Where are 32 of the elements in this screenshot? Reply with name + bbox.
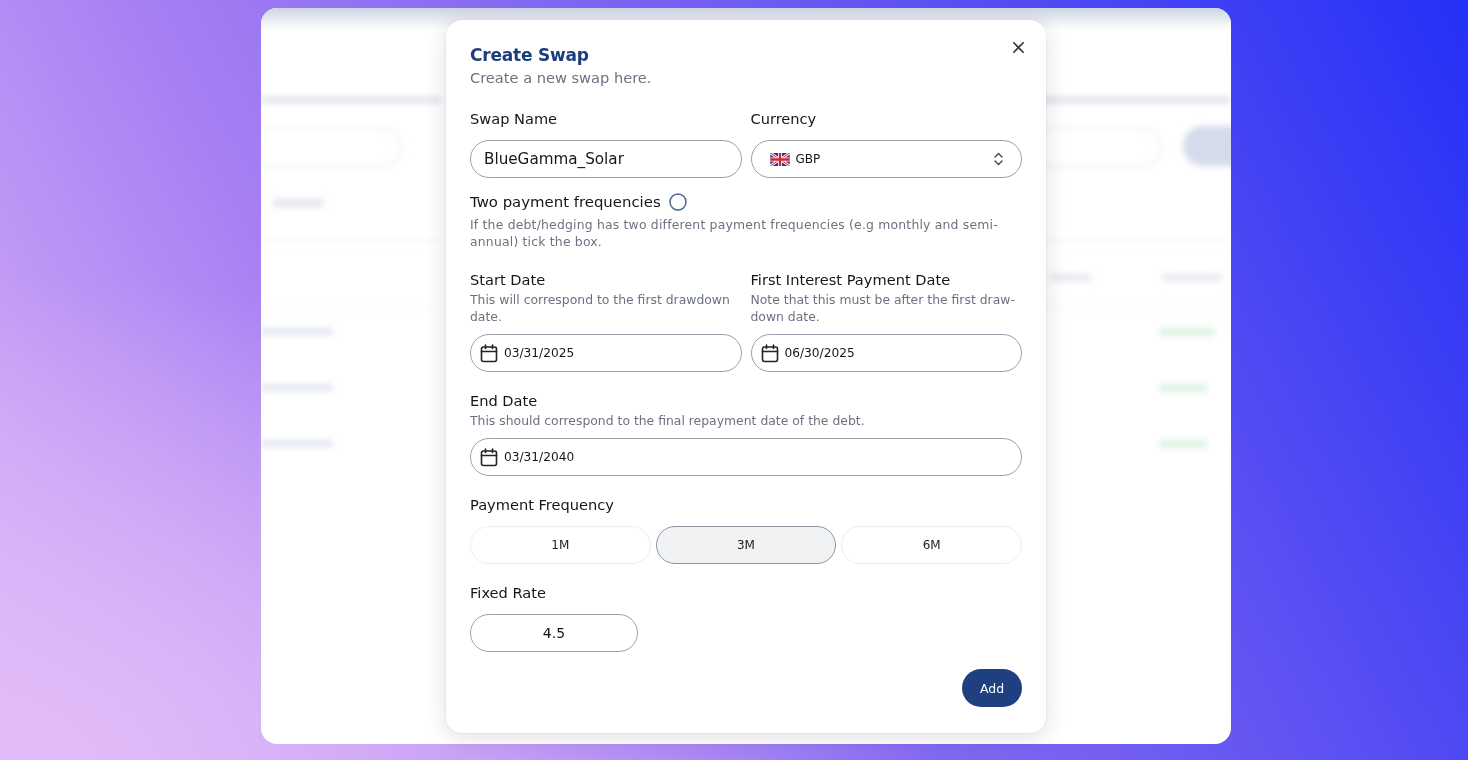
field-label: Fixed Rate — [470, 583, 546, 603]
calendar-icon — [480, 343, 498, 363]
date-input-field[interactable]: 03/31/2025 — [470, 334, 742, 372]
dialog-subtitle: Create a new swap here. — [470, 68, 652, 88]
frequency-option[interactable]: 1M — [470, 526, 651, 564]
frequency-option[interactable]: 6M — [841, 526, 1022, 564]
help-text: If the debt/hedging has two different payment frequencies (e.g monthly and semi-annual) tick the box. — [470, 216, 999, 250]
help-text: This will correspond to the first drawdown date. — [470, 291, 731, 325]
field-label: Currency — [750, 109, 817, 129]
help-text: This should correspond to the final repayment date of the debt. — [470, 412, 865, 429]
date-input-field[interactable]: 03/31/2040 — [470, 438, 1022, 476]
uk-flag-icon — [769, 152, 790, 166]
calendar-icon — [480, 447, 498, 467]
field-label: Swap Name — [470, 109, 558, 129]
date-input-field[interactable]: 06/30/2025 — [750, 334, 1022, 372]
help-text: Note that this must be after the first draw-down date. — [750, 291, 1016, 325]
checkbox-label: Two payment frequencies — [470, 192, 661, 212]
checkbox[interactable] — [668, 193, 687, 211]
frequency-option[interactable]: 3M — [655, 526, 837, 564]
field-label: First Interest Payment Date — [750, 270, 951, 290]
text-input-field[interactable]: BlueGamma_Solar — [470, 140, 742, 178]
currency-select[interactable]: GBP — [750, 140, 1022, 178]
close-button[interactable] — [1010, 39, 1027, 56]
number-input-field[interactable]: 4.5 — [470, 614, 638, 652]
calendar-icon — [760, 343, 779, 363]
dialog-title: Create Swap — [470, 44, 589, 67]
field-label: Start Date — [470, 270, 546, 290]
up-down-chevron-icon — [994, 152, 1003, 166]
close-icon — [1013, 42, 1024, 53]
field-label: End Date — [470, 391, 538, 411]
add-button[interactable]: Add — [962, 669, 1022, 707]
field-label: Payment Frequency — [470, 495, 614, 515]
